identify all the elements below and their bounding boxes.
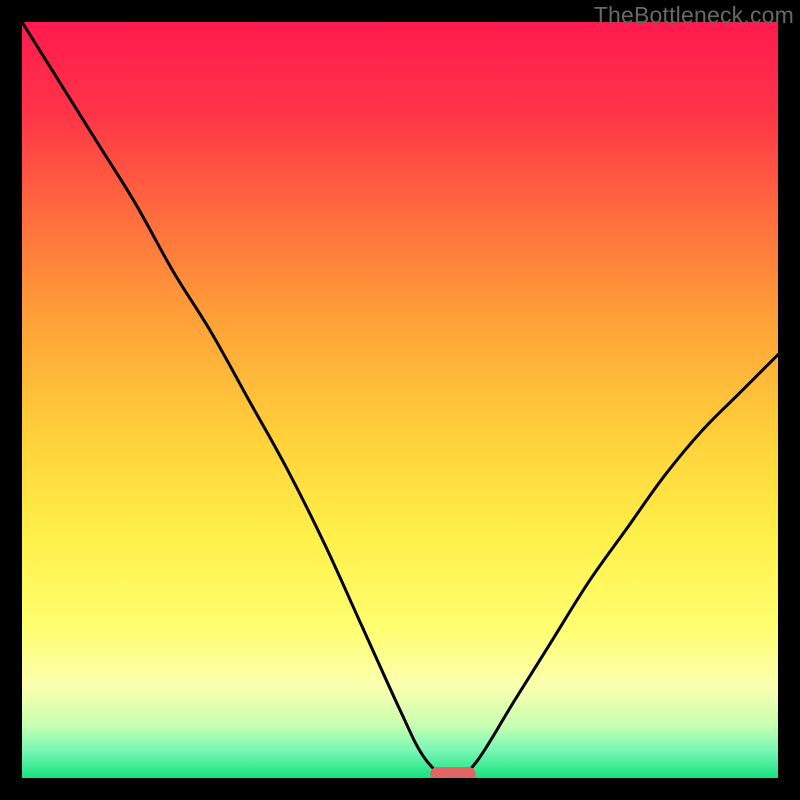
watermark-text: TheBottleneck.com <box>594 2 794 29</box>
optimum-marker <box>430 767 475 778</box>
bottleneck-chart <box>22 22 778 778</box>
chart-frame <box>22 22 778 778</box>
gradient-background <box>22 22 778 778</box>
